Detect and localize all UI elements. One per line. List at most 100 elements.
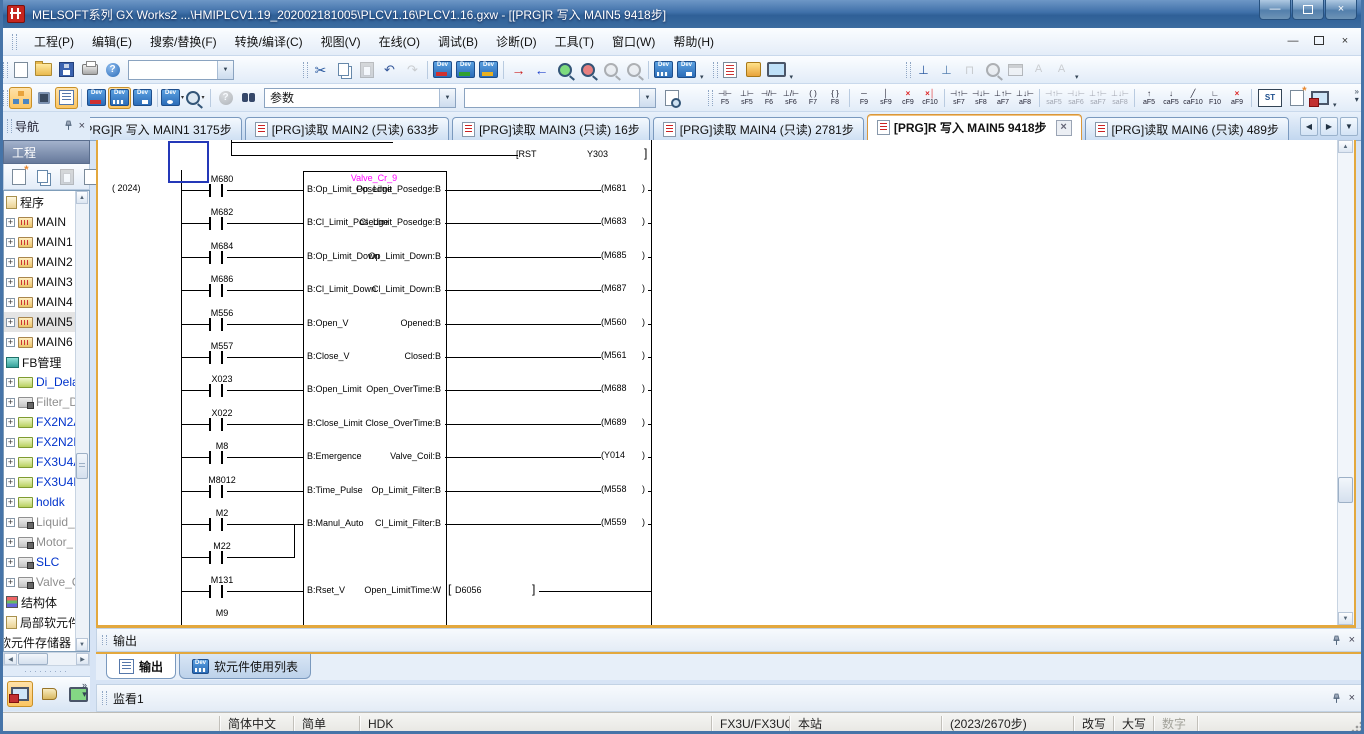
scroll-up-icon[interactable]: ▲ <box>76 191 88 204</box>
menu-item[interactable]: 诊断(D) <box>487 29 546 54</box>
pin-icon[interactable] <box>1331 693 1342 704</box>
pulse-test-icon[interactable]: ⊓ <box>958 59 981 81</box>
device-display-2-icon[interactable]: Dev <box>675 59 698 81</box>
ladder-key-cF10[interactable]: ×│cF10 <box>919 86 941 110</box>
document-tab[interactable]: [PRG]R 写入 MAIN1 3175步 <box>88 117 242 140</box>
tree-item-Motor_[interactable]: Motor_ <box>4 532 76 552</box>
user-library-view-icon[interactable] <box>36 681 62 707</box>
close-panel-icon[interactable] <box>1349 693 1355 703</box>
document-tab[interactable]: [PRG]读取 MAIN4 (只读) 2781步 <box>653 117 864 140</box>
find-device-icon[interactable]: A <box>1050 59 1073 81</box>
ladder-key-saF8[interactable]: ⊥↓⊢saF8 <box>1109 86 1131 110</box>
pc-parameter-icon[interactable] <box>765 59 788 81</box>
scroll-left-icon[interactable]: ◀ <box>4 653 17 665</box>
read-from-plc-icon[interactable]: Dev <box>454 59 477 81</box>
ladder-key-aF9[interactable]: ×aF9 <box>1226 86 1248 110</box>
document-find-icon[interactable] <box>660 87 683 109</box>
expand-icon[interactable] <box>6 318 15 327</box>
ladder-key-F8[interactable]: { }F8 <box>824 86 846 110</box>
download-icon[interactable]: → <box>507 59 530 81</box>
monitor-resume-icon[interactable] <box>622 59 645 81</box>
menu-item[interactable]: 调试(B) <box>429 29 487 54</box>
open-project-icon[interactable] <box>32 59 55 81</box>
copy-data-icon[interactable] <box>31 166 54 188</box>
ladder-key-saF7[interactable]: ⊥↑⊢saF7 <box>1087 86 1109 110</box>
mdi-minimize-button[interactable]: — <box>1284 33 1302 48</box>
ladder-key-F10[interactable]: ∟F10 <box>1204 86 1226 110</box>
ladder-key-caF5[interactable]: ↓caF5 <box>1160 86 1182 110</box>
device-comment-icon[interactable]: Dev <box>85 87 108 109</box>
ladder-key-sF9[interactable]: │sF9 <box>875 86 897 110</box>
watch-window-icon[interactable]: Dev▾ <box>161 87 184 109</box>
ladder-key-sF7[interactable]: ⊣↑⊢sF7 <box>948 86 970 110</box>
ladder-key-F5[interactable]: ⊣⊢F5 <box>714 86 736 110</box>
expand-icon[interactable] <box>6 418 15 427</box>
tree-item-holdk[interactable]: holdk <box>4 492 76 512</box>
verify-with-plc-icon[interactable]: Dev <box>477 59 500 81</box>
tree-item-MAIN6[interactable]: MAIN6 <box>4 332 76 352</box>
new-project-icon[interactable] <box>9 59 32 81</box>
inline-st-icon[interactable] <box>1285 87 1308 109</box>
scroll-thumb[interactable] <box>1338 477 1353 503</box>
resize-grip[interactable] <box>1350 720 1364 734</box>
expand-icon[interactable] <box>6 238 15 247</box>
menu-item[interactable]: 视图(V) <box>312 29 370 54</box>
monitor-pause-icon[interactable] <box>599 59 622 81</box>
tree-item-Di_Dela[interactable]: Di_Dela <box>4 372 76 392</box>
menu-item[interactable]: 编辑(E) <box>83 29 141 54</box>
navigation-window-icon[interactable] <box>9 87 32 109</box>
scroll-thumb[interactable] <box>76 453 88 479</box>
monitor-mode-icon[interactable]: ⊥ <box>912 59 935 81</box>
tree-item-MAIN5[interactable]: MAIN5 <box>4 312 76 332</box>
tab-list-dropdown-icon[interactable]: ▼ <box>1340 117 1358 136</box>
tab-scroll-right-icon[interactable]: ▶ <box>1320 117 1338 136</box>
close-button[interactable]: × <box>1325 0 1357 20</box>
combo-dropdown-icon[interactable] <box>439 89 455 107</box>
ladder-key-F7[interactable]: ( )F7 <box>802 86 824 110</box>
tree-item-Filter_D[interactable]: Filter_D <box>4 392 76 412</box>
ladder-key-saF6[interactable]: ⊣↓⊢saF6 <box>1065 86 1087 110</box>
tree-item-MAIN[interactable]: MAIN <box>4 212 76 232</box>
project-combo[interactable] <box>128 60 234 80</box>
document-tab[interactable]: [PRG]读取 MAIN6 (只读) 489步 <box>1085 117 1289 140</box>
tree-item-MAIN4[interactable]: MAIN4 <box>4 292 76 312</box>
tree-vertical-scrollbar[interactable]: ▲ ▼ <box>75 191 89 651</box>
monitor-stop-icon[interactable] <box>576 59 599 81</box>
program-check-icon[interactable] <box>719 59 742 81</box>
ladder-key-sF5[interactable]: ⊥⊢sF5 <box>736 86 758 110</box>
tab-scroll-left-icon[interactable]: ◀ <box>1300 117 1318 136</box>
upload-icon[interactable]: ← <box>530 59 553 81</box>
expand-icon[interactable] <box>6 498 15 507</box>
expand-icon[interactable] <box>6 438 15 447</box>
write-to-plc-icon[interactable]: Dev <box>431 59 454 81</box>
device-find-icon[interactable]: ▾ <box>184 87 207 109</box>
menu-item[interactable]: 搜索/替换(F) <box>141 29 226 54</box>
ladder-key-aF5[interactable]: ↑aF5 <box>1138 86 1160 110</box>
expand-icon[interactable] <box>6 578 15 587</box>
pin-icon[interactable] <box>1331 635 1342 646</box>
tree-item-Valve_C[interactable]: Valve_C <box>4 572 76 592</box>
expand-icon[interactable] <box>6 478 15 487</box>
ladder-key-sF8[interactable]: ⊣↓⊢sF8 <box>970 86 992 110</box>
cut-icon[interactable]: ✂ <box>309 59 332 81</box>
expand-icon[interactable] <box>6 258 15 267</box>
maximize-button[interactable] <box>1292 0 1324 20</box>
tree-horizontal-scrollbar[interactable]: ◀ ▶ <box>3 652 90 666</box>
scroll-up-icon[interactable]: ▲ <box>1338 140 1353 153</box>
minimize-button[interactable]: — <box>1259 0 1291 20</box>
build-icon[interactable] <box>742 59 765 81</box>
help-context-icon[interactable]: ? <box>214 87 237 109</box>
panel-tab-软元件使用列表[interactable]: Dev软元件使用列表 <box>179 654 311 679</box>
expand-icon[interactable] <box>6 338 15 347</box>
device-use-list-icon[interactable]: Dev <box>108 87 131 109</box>
document-tab[interactable]: [PRG]读取 MAIN2 (只读) 633步 <box>245 117 449 140</box>
expand-icon[interactable] <box>6 278 15 287</box>
panel-tab-输出[interactable]: 输出 <box>106 654 176 679</box>
element-selection-icon[interactable] <box>32 87 55 109</box>
editor-vertical-scrollbar[interactable]: ▲ ▼ <box>1337 140 1354 625</box>
tree-item-局部软元件[interactable]: 局部软元件 <box>4 612 76 632</box>
menu-item[interactable]: 窗口(W) <box>603 29 664 54</box>
help-icon[interactable]: ? <box>101 59 124 81</box>
menu-item[interactable]: 工程(P) <box>25 29 83 54</box>
ladder-key-F9[interactable]: ─F9 <box>853 86 875 110</box>
